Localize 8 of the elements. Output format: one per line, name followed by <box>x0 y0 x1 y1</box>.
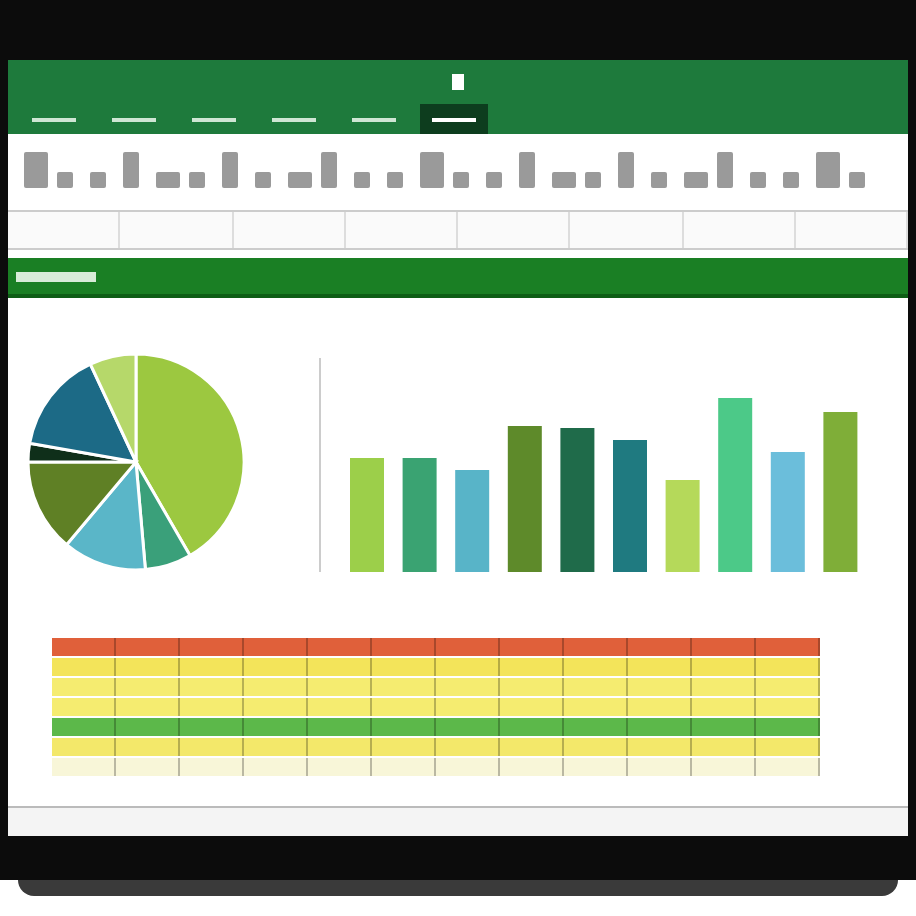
chart-bar <box>402 458 437 572</box>
chart-bar <box>350 458 384 572</box>
chart-bar <box>770 452 805 572</box>
chart-bar <box>665 480 700 572</box>
ribbon-tab[interactable] <box>420 104 488 134</box>
chart-bar <box>560 428 595 572</box>
chart-bar <box>613 440 647 572</box>
chart-bar <box>455 470 490 572</box>
